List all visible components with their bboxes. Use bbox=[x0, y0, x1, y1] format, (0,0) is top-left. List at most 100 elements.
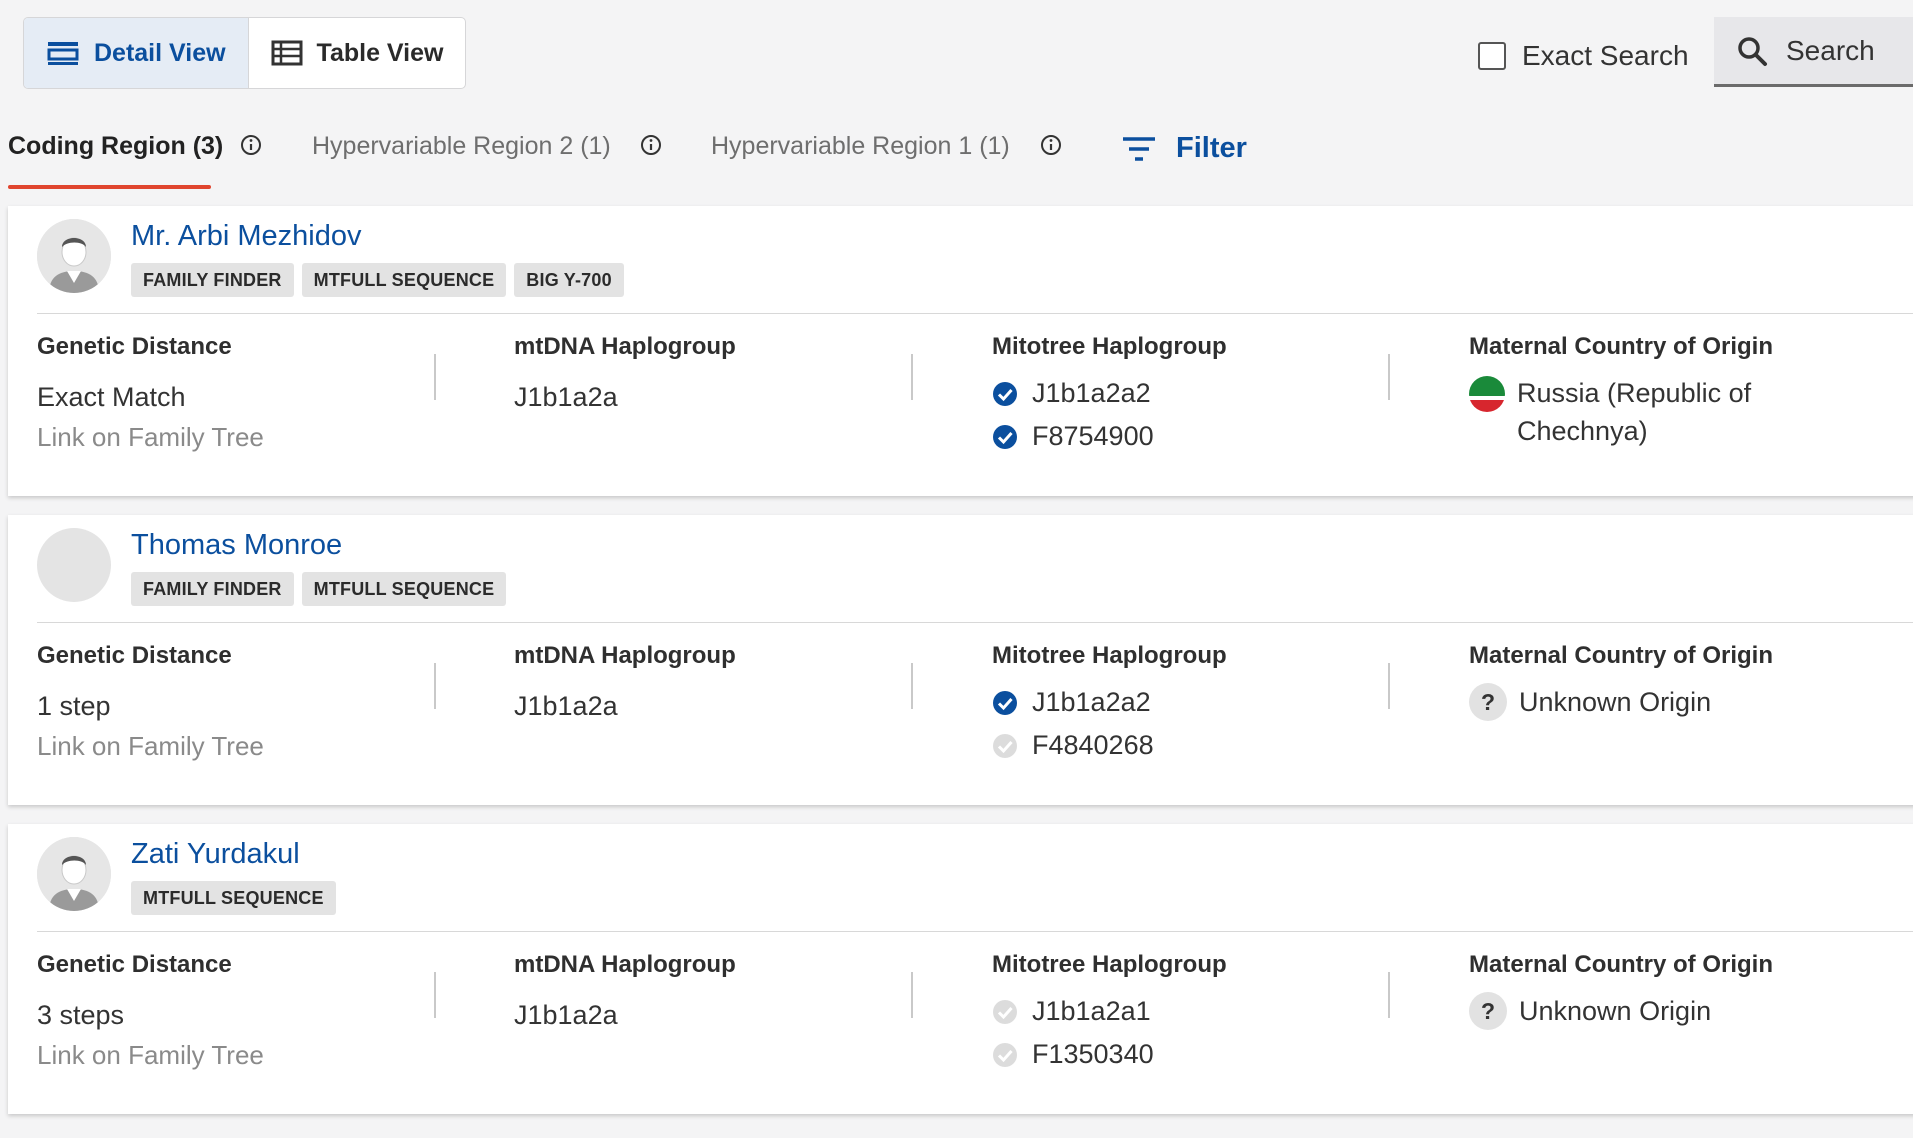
column-separator bbox=[911, 354, 913, 400]
genetic-distance-value: Exact Match bbox=[37, 382, 186, 412]
column-label: mtDNA Haplogroup bbox=[514, 642, 736, 669]
detail-view-button[interactable]: Detail View bbox=[24, 18, 249, 88]
tab-hypervariable-region-2[interactable]: Hypervariable Region 2 (1) bbox=[312, 132, 611, 190]
check-circle-icon bbox=[993, 1042, 1017, 1067]
match-card: Thomas Monroe FAMILY FINDER MTFULL SEQUE… bbox=[8, 515, 1913, 805]
search-label: Search bbox=[1786, 34, 1875, 66]
column-label: Maternal Country of Origin bbox=[1469, 642, 1774, 669]
region-tabs: Coding Region (3) Hypervariable Region 2… bbox=[0, 132, 1913, 190]
card-divider bbox=[37, 622, 1913, 623]
search-icon bbox=[1738, 36, 1767, 66]
table-view-label: Table View bbox=[316, 38, 444, 67]
test-badges: MTFULL SEQUENCE bbox=[131, 881, 336, 915]
mitotree-row: F8754900 bbox=[992, 415, 1227, 458]
check-circle-icon bbox=[993, 733, 1017, 758]
mtdna-haplogroup-column: mtDNA Haplogroup J1b1a2a bbox=[514, 951, 736, 1034]
tab-label: Hypervariable Region 1 (1) bbox=[711, 132, 1010, 160]
check-circle-icon bbox=[993, 424, 1017, 449]
match-name[interactable]: Mr. Arbi Mezhidov bbox=[131, 220, 361, 253]
test-badge: MTFULL SEQUENCE bbox=[131, 881, 336, 915]
column-label: mtDNA Haplogroup bbox=[514, 951, 736, 978]
match-name[interactable]: Zati Yurdakul bbox=[131, 838, 300, 871]
question-mark-icon: ? bbox=[1469, 992, 1507, 1030]
link-on-family-tree[interactable]: Link on Family Tree bbox=[37, 1040, 264, 1071]
detail-view-label: Detail View bbox=[94, 38, 226, 67]
test-badge: MTFULL SEQUENCE bbox=[301, 572, 507, 606]
mitotree-value: F1350340 bbox=[1032, 1039, 1154, 1069]
exact-search-label: Exact Search bbox=[1522, 40, 1689, 71]
maternal-origin-column: Maternal Country of Origin Russia (Repub… bbox=[1469, 333, 1797, 450]
column-separator bbox=[1388, 663, 1390, 709]
column-label: Mitotree Haplogroup bbox=[992, 951, 1227, 978]
card-divider bbox=[37, 931, 1913, 932]
mitotree-value: J1b1a2a2 bbox=[1032, 687, 1151, 717]
check-circle-icon bbox=[993, 999, 1017, 1024]
filter-label: Filter bbox=[1176, 132, 1247, 164]
mtdna-haplogroup-column: mtDNA Haplogroup J1b1a2a bbox=[514, 642, 736, 725]
column-separator bbox=[434, 354, 436, 400]
genetic-distance-column: Genetic Distance 1 step Link on Family T… bbox=[37, 642, 264, 762]
mtdna-haplogroup-value: J1b1a2a bbox=[514, 382, 618, 412]
avatar[interactable] bbox=[37, 219, 111, 293]
avatar[interactable] bbox=[37, 837, 111, 911]
column-label: Mitotree Haplogroup bbox=[992, 333, 1227, 360]
column-label: mtDNA Haplogroup bbox=[514, 333, 736, 360]
column-label: Mitotree Haplogroup bbox=[992, 642, 1227, 669]
genetic-distance-column: Genetic Distance 3 steps Link on Family … bbox=[37, 951, 264, 1071]
info-icon[interactable] bbox=[640, 134, 662, 161]
exact-search-toggle[interactable]: Exact Search bbox=[1478, 40, 1689, 72]
mitotree-value: F4840268 bbox=[1032, 730, 1154, 760]
maternal-origin-column: Maternal Country of Origin ? Unknown Ori… bbox=[1469, 642, 1799, 721]
card-divider bbox=[37, 313, 1913, 314]
column-separator bbox=[911, 972, 913, 1018]
match-name[interactable]: Thomas Monroe bbox=[131, 529, 342, 562]
link-on-family-tree[interactable]: Link on Family Tree bbox=[37, 731, 264, 762]
tab-coding-region[interactable]: Coding Region (3) bbox=[8, 132, 223, 190]
column-label: Genetic Distance bbox=[37, 333, 232, 360]
test-badge: FAMILY FINDER bbox=[131, 263, 294, 297]
exact-search-checkbox[interactable] bbox=[1478, 42, 1506, 70]
mitotree-row: J1b1a2a2 bbox=[992, 681, 1227, 724]
search-button[interactable]: Search bbox=[1714, 17, 1913, 87]
maternal-origin-column: Maternal Country of Origin ? Unknown Ori… bbox=[1469, 951, 1799, 1030]
column-label: Genetic Distance bbox=[37, 642, 232, 669]
check-circle-icon bbox=[993, 381, 1017, 406]
active-tab-indicator bbox=[8, 185, 211, 189]
mitotree-haplogroup-column: Mitotree Haplogroup J1b1a2a1 F1350340 bbox=[992, 951, 1227, 1076]
mitotree-row: J1b1a2a1 bbox=[992, 990, 1227, 1033]
origin-value: Unknown Origin bbox=[1519, 996, 1712, 1026]
column-label: Genetic Distance bbox=[37, 951, 232, 978]
column-separator bbox=[911, 663, 913, 709]
check-circle-icon bbox=[993, 690, 1017, 715]
genetic-distance-value: 3 steps bbox=[37, 1000, 125, 1030]
column-label: Maternal Country of Origin bbox=[1469, 951, 1774, 978]
column-separator bbox=[434, 972, 436, 1018]
test-badge: FAMILY FINDER bbox=[131, 572, 294, 606]
column-label: Maternal Country of Origin bbox=[1469, 333, 1774, 360]
mitotree-row: F4840268 bbox=[992, 724, 1227, 767]
mitotree-value: J1b1a2a2 bbox=[1032, 378, 1151, 408]
match-card: Zati Yurdakul MTFULL SEQUENCE Genetic Di… bbox=[8, 824, 1913, 1114]
filter-icon bbox=[1123, 136, 1155, 161]
info-icon[interactable] bbox=[1040, 134, 1062, 161]
genetic-distance-column: Genetic Distance Exact Match Link on Fam… bbox=[37, 333, 264, 453]
match-card: Mr. Arbi Mezhidov FAMILY FINDER MTFULL S… bbox=[8, 206, 1913, 496]
tab-hypervariable-region-1[interactable]: Hypervariable Region 1 (1) bbox=[711, 132, 1010, 190]
mitotree-haplogroup-column: Mitotree Haplogroup J1b1a2a2 F8754900 bbox=[992, 333, 1227, 458]
filter-button[interactable]: Filter bbox=[1122, 132, 1247, 165]
mitotree-value: J1b1a2a1 bbox=[1032, 996, 1151, 1026]
origin-value: Unknown Origin bbox=[1519, 687, 1712, 717]
avatar[interactable] bbox=[37, 528, 111, 602]
chechnya-flag-icon bbox=[1469, 376, 1505, 412]
table-view-button[interactable]: Table View bbox=[249, 18, 466, 88]
table-view-icon bbox=[271, 40, 303, 66]
mitotree-value: F8754900 bbox=[1032, 421, 1154, 451]
link-on-family-tree[interactable]: Link on Family Tree bbox=[37, 422, 264, 453]
mtdna-haplogroup-column: mtDNA Haplogroup J1b1a2a bbox=[514, 333, 736, 416]
column-separator bbox=[1388, 972, 1390, 1018]
column-separator bbox=[1388, 354, 1390, 400]
detail-view-icon bbox=[47, 42, 79, 65]
mtdna-haplogroup-value: J1b1a2a bbox=[514, 1000, 618, 1030]
test-badges: FAMILY FINDER MTFULL SEQUENCE bbox=[131, 572, 507, 606]
info-icon[interactable] bbox=[240, 134, 262, 161]
